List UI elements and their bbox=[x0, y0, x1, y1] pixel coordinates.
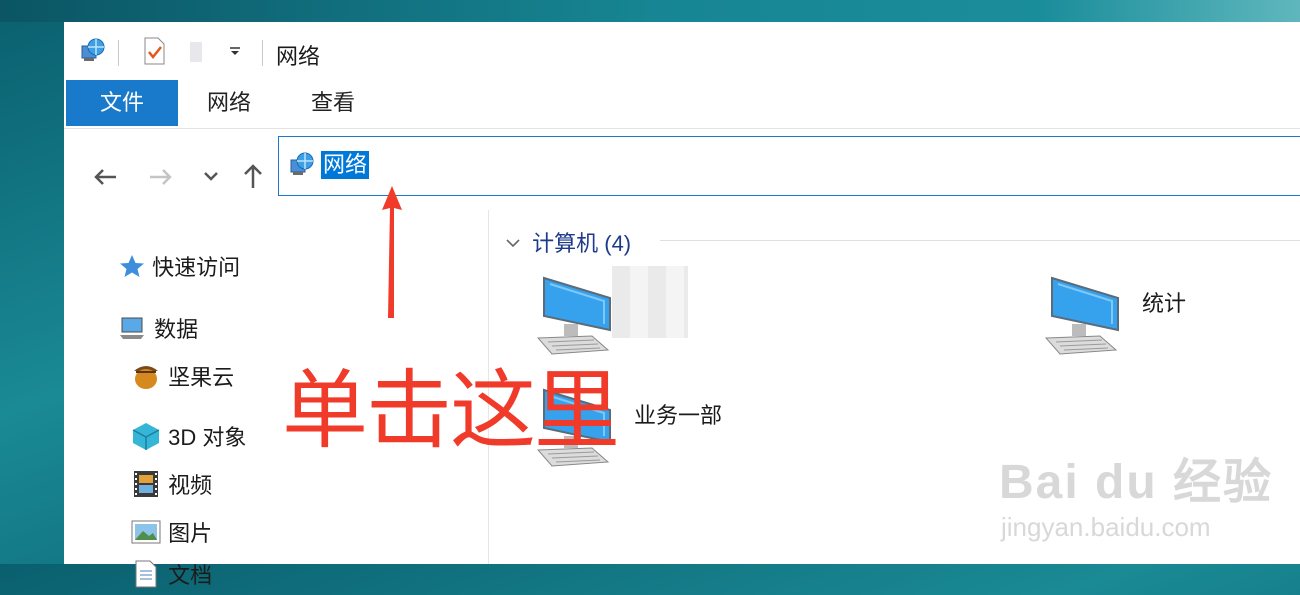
sidebar-item-jianguoyun[interactable]: 坚果云 bbox=[130, 360, 234, 397]
group-header-label: 计算机 (4) bbox=[532, 231, 632, 256]
properties-icon[interactable] bbox=[140, 36, 168, 71]
window-title: 网络 bbox=[276, 44, 321, 69]
annotation-arrow bbox=[364, 182, 420, 327]
computer-name-label[interactable]: 业务一部 bbox=[634, 398, 722, 430]
acorn-icon bbox=[130, 361, 162, 397]
desktop-background bbox=[0, 0, 1300, 22]
toolbar-separator bbox=[262, 40, 263, 66]
up-arrow-icon[interactable] bbox=[238, 160, 268, 190]
sidebar-item-label: 3D 对象 bbox=[168, 425, 247, 450]
toolbar-separator bbox=[118, 40, 119, 66]
sidebar-item-label: 图片 bbox=[168, 521, 213, 546]
network-icon bbox=[78, 36, 108, 71]
sidebar-item-label: 文档 bbox=[168, 563, 213, 588]
computer-icon bbox=[1042, 276, 1126, 362]
star-icon bbox=[118, 253, 146, 285]
document-icon bbox=[130, 559, 162, 595]
new-folder-icon[interactable] bbox=[186, 36, 210, 71]
back-arrow-icon[interactable] bbox=[90, 162, 120, 192]
computer-name-label[interactable]: 统计 bbox=[1142, 286, 1186, 318]
tab-network[interactable]: 网络 bbox=[194, 80, 264, 126]
sidebar-item-label: 坚果云 bbox=[168, 365, 235, 390]
sidebar-item-label: 快速访问 bbox=[152, 255, 241, 280]
annotation-text: 单击这里 bbox=[282, 361, 620, 461]
group-header-computers[interactable]: 计算机 (4) bbox=[504, 226, 631, 258]
sidebar-item-label: 视频 bbox=[168, 473, 213, 498]
recent-locations-chevron-icon[interactable] bbox=[200, 164, 222, 194]
picture-icon bbox=[130, 517, 162, 553]
sidebar-item-3d-objects[interactable]: 3D 对象 bbox=[130, 420, 246, 457]
obscured-computer-name bbox=[612, 266, 688, 338]
network-icon bbox=[287, 150, 317, 185]
group-divider bbox=[660, 240, 1300, 241]
tab-file[interactable]: 文件 bbox=[66, 80, 178, 126]
computer-icon bbox=[118, 315, 148, 347]
sidebar-item-data[interactable]: 数据 bbox=[118, 312, 198, 347]
chevron-down-icon bbox=[504, 230, 526, 256]
sidebar-item-quick-access[interactable]: 快速访问 bbox=[118, 250, 240, 285]
file-explorer-window: 网络 文件 网络 查看 网络 快速访问 数据 坚果云 3D 对象 视频 图片 文… bbox=[64, 22, 1300, 588]
customize-toolbar-dropdown-icon[interactable] bbox=[228, 44, 242, 63]
title-bar: 网络 bbox=[64, 22, 1300, 80]
forward-arrow-icon[interactable] bbox=[146, 162, 176, 192]
ribbon-divider bbox=[64, 128, 1300, 129]
sidebar-item-videos[interactable]: 视频 bbox=[130, 468, 212, 505]
ribbon-tabs: 文件 网络 查看 bbox=[64, 80, 1300, 128]
film-icon bbox=[130, 469, 162, 505]
sidebar-item-label: 数据 bbox=[154, 317, 199, 342]
address-bar[interactable]: 网络 bbox=[278, 136, 1300, 196]
tab-view[interactable]: 查看 bbox=[298, 80, 368, 126]
computer-item[interactable] bbox=[1042, 274, 1126, 363]
baidu-jingyan-watermark: Bai du 经验 jingyan.baidu.com bbox=[999, 456, 1274, 542]
navigation-bar: 网络 bbox=[64, 130, 1300, 210]
cube-icon bbox=[130, 421, 162, 457]
address-path-text[interactable]: 网络 bbox=[321, 151, 370, 179]
sidebar-item-pictures[interactable]: 图片 bbox=[130, 516, 212, 553]
